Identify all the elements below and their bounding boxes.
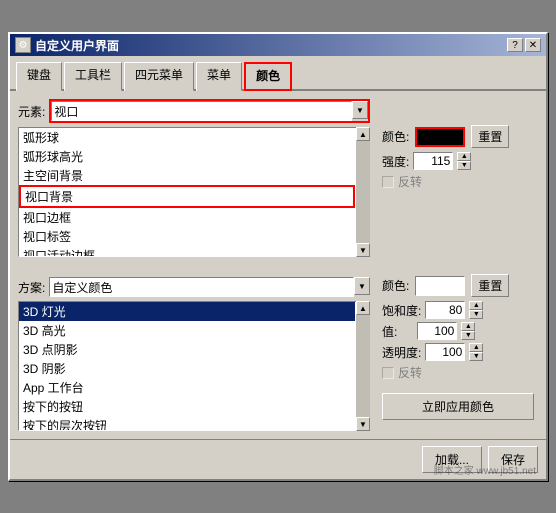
top-color-label: 颜色: xyxy=(382,128,409,145)
saturation-spinner: ▲ ▼ xyxy=(469,301,483,319)
bottom-reverse-label: 反转 xyxy=(398,364,422,381)
scroll-track[interactable] xyxy=(356,141,370,243)
spinner-up2[interactable]: ▲ xyxy=(469,301,483,310)
top-intensity-input[interactable] xyxy=(413,152,453,170)
spinner-down3[interactable]: ▼ xyxy=(461,331,475,340)
element-combo-arrow[interactable]: ▼ xyxy=(352,101,368,119)
bottom-reset-button[interactable]: 重置 xyxy=(471,274,509,297)
list-item[interactable]: 3D 阴影 xyxy=(19,359,355,378)
list-item[interactable]: 3D 点阴影 xyxy=(19,340,355,359)
value-spinner: ▲ ▼ xyxy=(461,322,475,340)
spinner-up4[interactable]: ▲ xyxy=(469,343,483,352)
help-button[interactable]: ? xyxy=(507,38,523,52)
list-item[interactable]: 视口边框 xyxy=(19,208,355,227)
list-item[interactable]: 按下的按钮 xyxy=(19,397,355,416)
list-item[interactable]: 视口活动边框 xyxy=(19,246,355,256)
top-intensity-label: 强度: xyxy=(382,153,409,170)
element-label: 元素: xyxy=(18,103,45,120)
list-item[interactable]: 主空间背景 xyxy=(19,166,355,185)
scheme-value: 自定义颜色 xyxy=(52,279,112,296)
bottom-color-swatch[interactable] xyxy=(415,276,465,296)
scheme-listbox-container: 3D 灯光 3D 高光 3D 点阴影 3D 阴影 App 工作台 按下的按钮 按… xyxy=(18,301,370,431)
list-item[interactable]: 按下的层次按钮 xyxy=(19,416,355,430)
tab-color[interactable]: 颜色 xyxy=(244,62,292,91)
transparency-spinner: ▲ ▼ xyxy=(469,343,483,361)
transparency-input[interactable] xyxy=(425,343,465,361)
tab-keyboard[interactable]: 键盘 xyxy=(16,62,62,91)
value-label: 值: xyxy=(382,323,397,340)
tab-menu[interactable]: 菜单 xyxy=(196,62,242,91)
element-combo[interactable]: 视口 xyxy=(51,101,352,121)
scheme-field-row: 方案: 自定义颜色 ▼ xyxy=(18,277,370,297)
spinner-down2[interactable]: ▼ xyxy=(469,310,483,319)
list-item[interactable]: 视口标签 xyxy=(19,227,355,246)
window-icon: ⚙ xyxy=(15,37,31,53)
tab-bar: 键盘 工具栏 四元菜单 菜单 颜色 xyxy=(10,56,546,91)
tab-toolbar[interactable]: 工具栏 xyxy=(64,62,122,91)
top-intensity-row: 强度: ▲ ▼ xyxy=(382,152,534,170)
bottom-reverse-checkbox[interactable] xyxy=(382,367,394,379)
footer: 加载... 保存 脚本之家 www.jb51.net xyxy=(10,439,546,479)
element-scrollbar: ▲ ▼ xyxy=(356,127,370,257)
window-title: 自定义用户界面 xyxy=(35,37,119,54)
saturation-label: 饱和度: xyxy=(382,302,421,319)
scheme-scrollbar: ▲ ▼ xyxy=(356,301,370,431)
title-buttons: ? ✕ xyxy=(507,38,541,52)
element-field-row: 元素: 视口 ▼ xyxy=(18,99,370,123)
value-row: 值: ▲ ▼ xyxy=(382,322,534,340)
main-window: ⚙ 自定义用户界面 ? ✕ 键盘 工具栏 四元菜单 菜单 颜色 元素: 视口 xyxy=(8,32,548,481)
apply-color-button[interactable]: 立即应用颜色 xyxy=(382,393,534,420)
bottom-color-label: 颜色: xyxy=(382,277,409,294)
scroll-up-btn2[interactable]: ▲ xyxy=(356,301,370,315)
title-bar-left: ⚙ 自定义用户界面 xyxy=(15,37,119,54)
top-color-section: 颜色: 重置 强度: ▲ ▼ 反转 xyxy=(378,121,538,198)
element-section: 元素: 视口 ▼ 弧形球 弧形球高光 主空间背景 视口背 xyxy=(18,99,370,257)
tab-quad-menu[interactable]: 四元菜单 xyxy=(124,62,194,91)
title-bar: ⚙ 自定义用户界面 ? ✕ xyxy=(10,34,546,56)
top-color-swatch[interactable] xyxy=(415,127,465,147)
list-item[interactable]: 3D 高光 xyxy=(19,321,355,340)
scroll-track2[interactable] xyxy=(356,315,370,417)
transparency-label: 透明度: xyxy=(382,344,421,361)
spinner-up3[interactable]: ▲ xyxy=(461,322,475,331)
element-value: 视口 xyxy=(54,103,78,120)
scheme-combo[interactable]: 自定义颜色 xyxy=(49,277,354,297)
top-color-row: 颜色: 重置 xyxy=(382,125,534,148)
main-content: 元素: 视口 ▼ 弧形球 弧形球高光 主空间背景 视口背 xyxy=(10,91,546,439)
scheme-listbox[interactable]: 3D 灯光 3D 高光 3D 点阴影 3D 阴影 App 工作台 按下的按钮 按… xyxy=(19,302,369,430)
list-item-3d-light[interactable]: 3D 灯光 xyxy=(19,302,355,321)
left-panel: 元素: 视口 ▼ 弧形球 弧形球高光 主空间背景 视口背 xyxy=(18,99,370,431)
list-item[interactable]: 弧形球高光 xyxy=(19,147,355,166)
watermark: 脚本之家 www.jb51.net xyxy=(434,462,536,477)
list-item-viewport-bg[interactable]: 视口背景 xyxy=(19,185,355,208)
spinner-down[interactable]: ▼ xyxy=(457,161,471,170)
value-input[interactable] xyxy=(417,322,457,340)
scheme-section: 方案: 自定义颜色 ▼ 3D 灯光 3D 高光 3D 点阴影 xyxy=(18,277,370,431)
transparency-row: 透明度: ▲ ▼ xyxy=(382,343,534,361)
saturation-row: 饱和度: ▲ ▼ xyxy=(382,301,534,319)
top-reverse-checkbox[interactable] xyxy=(382,176,394,188)
scheme-combo-arrow[interactable]: ▼ xyxy=(354,277,370,295)
scroll-down-btn[interactable]: ▼ xyxy=(356,243,370,257)
bottom-color-row: 颜色: 重置 xyxy=(382,274,534,297)
right-panel: 颜色: 重置 强度: ▲ ▼ 反转 xyxy=(378,99,538,431)
bottom-reverse-row: 反转 xyxy=(382,364,534,381)
list-item[interactable]: App 工作台 xyxy=(19,378,355,397)
scroll-up-btn[interactable]: ▲ xyxy=(356,127,370,141)
scroll-down-btn2[interactable]: ▼ xyxy=(356,417,370,431)
spinner-down4[interactable]: ▼ xyxy=(469,352,483,361)
top-reset-button[interactable]: 重置 xyxy=(471,125,509,148)
top-reverse-label: 反转 xyxy=(398,173,422,190)
top-intensity-spinner: ▲ ▼ xyxy=(457,152,471,170)
scheme-label: 方案: xyxy=(18,279,45,296)
saturation-input[interactable] xyxy=(425,301,465,319)
bottom-color-section: 颜色: 重置 饱和度: ▲ ▼ 值: ▲ xyxy=(378,270,538,424)
spinner-up[interactable]: ▲ xyxy=(457,152,471,161)
element-listbox[interactable]: 弧形球 弧形球高光 主空间背景 视口背景 视口边框 视口标签 视口活动边框 视口… xyxy=(19,128,369,256)
element-listbox-container: 弧形球 弧形球高光 主空间背景 视口背景 视口边框 视口标签 视口活动边框 视口… xyxy=(18,127,370,257)
list-item[interactable]: 弧形球 xyxy=(19,128,355,147)
close-button[interactable]: ✕ xyxy=(525,38,541,52)
top-reverse-row: 反转 xyxy=(382,173,534,190)
